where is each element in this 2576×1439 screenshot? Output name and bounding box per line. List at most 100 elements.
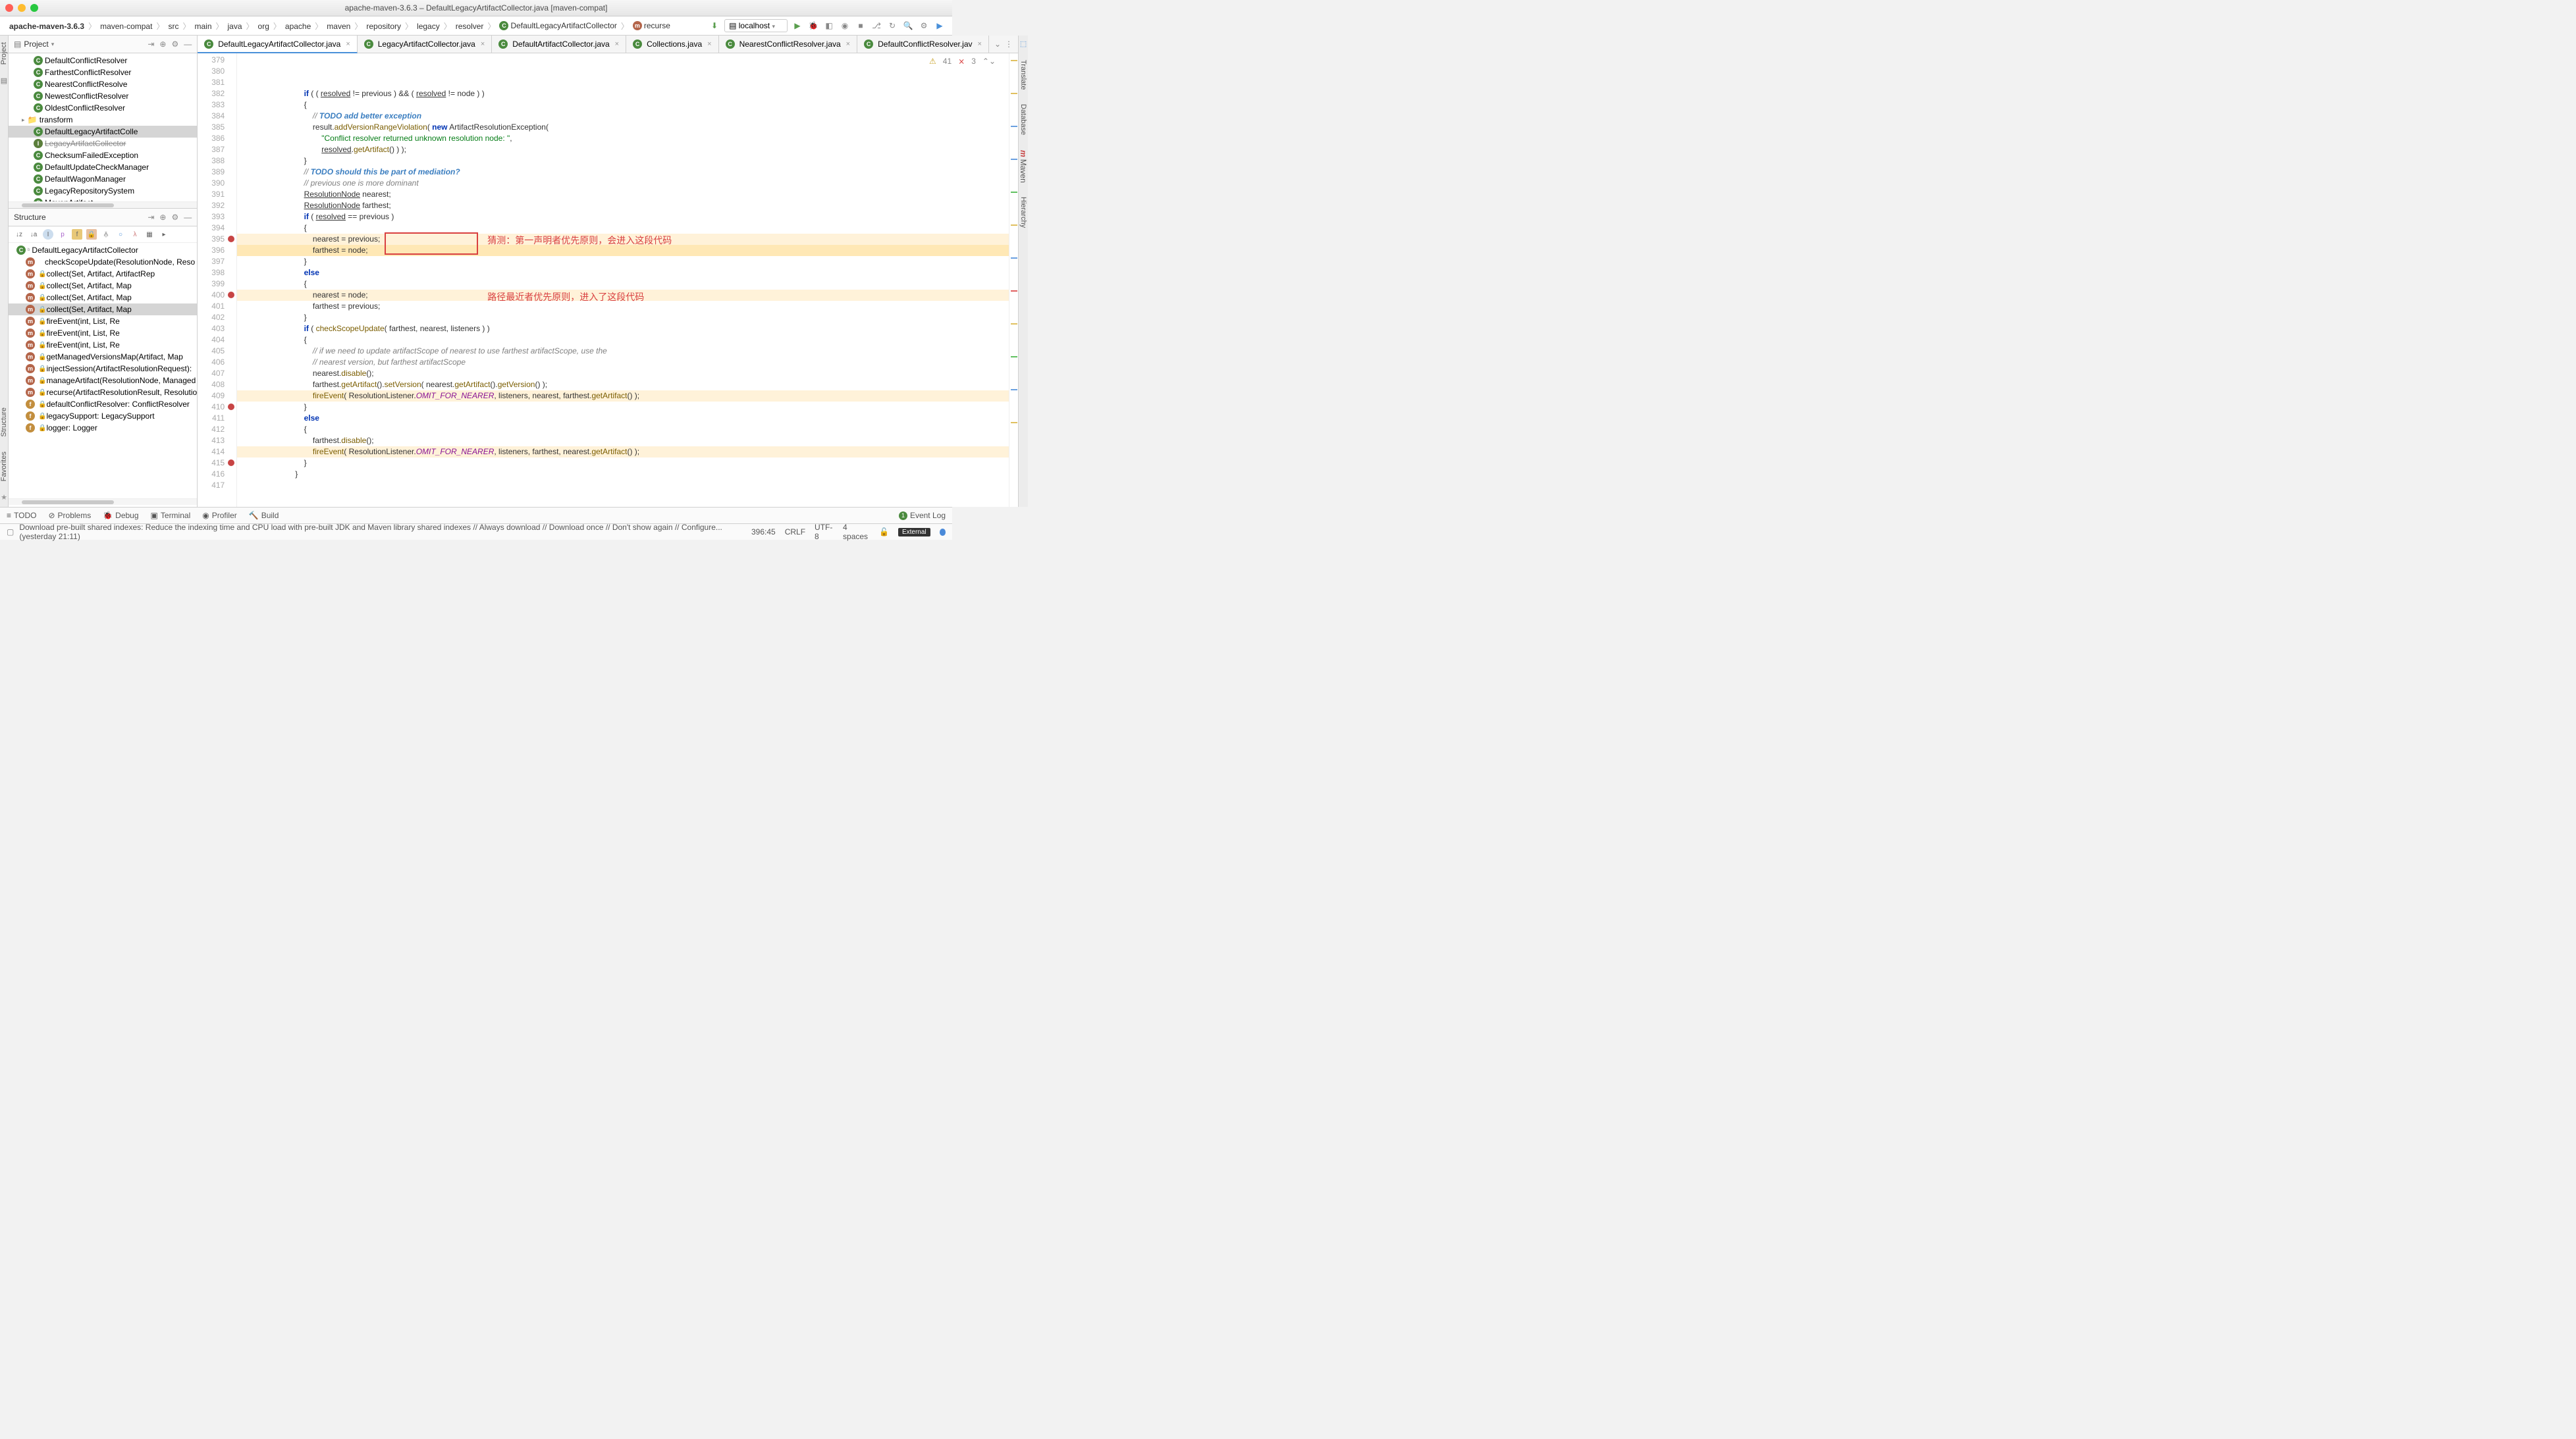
code-line[interactable]: // previous one is more dominant	[242, 178, 1009, 189]
gutter-line[interactable]: 403	[198, 323, 225, 334]
debug-button[interactable]: 🐞	[807, 20, 819, 32]
gutter-line[interactable]: 396	[198, 245, 225, 256]
structure-item[interactable]: m🔒 fireEvent(int, List, Re	[9, 339, 197, 351]
structure-item[interactable]: m🔒 getManagedVersionsMap(Artifact, Map	[9, 351, 197, 363]
profile-button[interactable]: ◉	[839, 20, 851, 32]
gutter-line[interactable]: 413	[198, 435, 225, 446]
expand-icon[interactable]: ⊕	[159, 39, 166, 49]
gutter-line[interactable]: 415	[198, 458, 225, 469]
code-content[interactable]: ⚠41 ⨯3 ⌃⌄ if ( ( resolved != previous ) …	[237, 53, 1009, 507]
structure-item[interactable]: m🔒 collect(Set, Artifact, Map	[9, 292, 197, 303]
status-icon[interactable]: ▢	[7, 527, 14, 536]
project-scrollbar[interactable]	[9, 201, 197, 208]
code-line[interactable]: else	[242, 267, 1009, 278]
marker[interactable]	[1011, 323, 1017, 325]
code-line[interactable]: if ( ( resolved != previous ) && ( resol…	[242, 88, 1009, 99]
close-tab-icon[interactable]: ×	[346, 40, 350, 48]
sort2-icon[interactable]: ↓a	[28, 229, 39, 240]
breadcrumb-item[interactable]: apache-maven-3.6.3	[7, 22, 87, 31]
code-line[interactable]: fireEvent( ResolutionListener.OMIT_FOR_N…	[237, 390, 1009, 402]
bottom-tool-todo[interactable]: ≡ TODO	[7, 511, 36, 520]
structure-item[interactable]: m checkScopeUpdate(ResolutionNode, Reso	[9, 256, 197, 268]
caret-position[interactable]: 396:45	[751, 527, 776, 536]
filter-f-icon[interactable]: f	[72, 229, 82, 240]
hide-icon[interactable]: —	[184, 39, 192, 49]
lock-icon[interactable]: 🔒	[86, 229, 97, 240]
structure-item[interactable]: f🔒 defaultConflictResolver: ConflictReso…	[9, 398, 197, 410]
breadcrumb-method[interactable]: mrecurse	[630, 21, 673, 31]
code-line[interactable]: {	[242, 99, 1009, 111]
gutter-line[interactable]: 393	[198, 211, 225, 222]
collapse-icon[interactable]: ⇥	[148, 213, 154, 222]
close-tab-icon[interactable]: ×	[481, 40, 485, 48]
run-anything-button[interactable]: ▶	[934, 20, 946, 32]
breadcrumb-class[interactable]: CDefaultLegacyArtifactCollector	[496, 21, 619, 31]
structure-item[interactable]: f🔒 logger: Logger	[9, 422, 197, 434]
breadcrumb-item[interactable]: java	[225, 22, 245, 31]
settings-icon[interactable]: ⚙	[171, 213, 178, 222]
gutter-line[interactable]: 406	[198, 357, 225, 368]
code-line[interactable]: }	[242, 256, 1009, 267]
code-line[interactable]: ResolutionNode nearest;	[242, 189, 1009, 200]
gutter-line[interactable]: 410	[198, 402, 225, 413]
gutter-line[interactable]: 385	[198, 122, 225, 133]
tree-item[interactable]: CLegacyRepositorySystem	[9, 185, 197, 197]
event-log-button[interactable]: 1 Event Log	[899, 511, 946, 520]
gutter-line[interactable]: 383	[198, 99, 225, 111]
gutter-line[interactable]: 386	[198, 133, 225, 144]
filter-p-icon[interactable]: p	[57, 229, 68, 240]
left-tab-structure[interactable]: Structure	[0, 405, 8, 440]
build-button[interactable]: ⬇︎	[709, 20, 720, 32]
close-tab-icon[interactable]: ×	[707, 40, 711, 48]
assist-icon[interactable]: ⬚	[1020, 39, 1027, 48]
circle-icon[interactable]: ○	[115, 229, 126, 240]
gutter-line[interactable]: 399	[198, 278, 225, 290]
coverage-button[interactable]: ◧	[823, 20, 835, 32]
code-line[interactable]: ResolutionNode farthest;	[242, 200, 1009, 211]
gutter-line[interactable]: 395	[198, 234, 225, 245]
breadcrumb-item[interactable]: maven-compat	[97, 22, 155, 31]
collapse-icon[interactable]: ⇥	[148, 39, 154, 49]
code-line[interactable]: // TODO add better exception	[242, 111, 1009, 122]
structure-item[interactable]: m🔒 manageArtifact(ResolutionNode, Manage…	[9, 375, 197, 386]
bottom-tool-profiler[interactable]: ◉ Profiler	[202, 511, 237, 520]
update-button[interactable]: ↻	[886, 20, 898, 32]
group-icon[interactable]: ▦	[144, 229, 155, 240]
tree-item[interactable]: CChecksumFailedException	[9, 149, 197, 161]
right-tab-database[interactable]: Database	[1019, 101, 1027, 138]
inspections-widget[interactable]: ⚠41 ⨯3 ⌃⌄	[929, 56, 996, 67]
close-tab-icon[interactable]: ×	[615, 40, 619, 48]
marker[interactable]	[1011, 224, 1017, 226]
code-line[interactable]: resolved.getArtifact() ) );	[242, 144, 1009, 155]
breadcrumb-item[interactable]: apache	[282, 22, 313, 31]
code-line[interactable]: fireEvent( ResolutionListener.OMIT_FOR_N…	[237, 446, 1009, 458]
tree-item[interactable]: CDefaultWagonManager	[9, 173, 197, 185]
code-line[interactable]: if ( resolved == previous )	[242, 211, 1009, 222]
gutter-line[interactable]: 412	[198, 424, 225, 435]
code-line[interactable]: }	[242, 458, 1009, 469]
tree-folder[interactable]: 📁 transform	[9, 114, 197, 126]
structure-item[interactable]: m🔒 collect(Set, Artifact, Map	[9, 303, 197, 315]
gutter-line[interactable]: 387	[198, 144, 225, 155]
marker[interactable]	[1011, 356, 1017, 357]
marker[interactable]	[1011, 422, 1017, 423]
indent-setting[interactable]: 4 spaces	[843, 523, 870, 541]
editor-tab[interactable]: CCollections.java×	[626, 36, 718, 53]
tabs-more-icon[interactable]: ⋮	[1005, 39, 1013, 49]
gutter-line[interactable]: 392	[198, 200, 225, 211]
tree-item[interactable]: CNewestConflictResolver	[9, 90, 197, 102]
breakpoint-icon[interactable]	[228, 236, 234, 242]
code-line[interactable]: }	[242, 469, 1009, 480]
tree-item[interactable]: CNearestConflictResolve	[9, 78, 197, 90]
code-line[interactable]: {	[242, 424, 1009, 435]
breakpoint-icon[interactable]	[228, 459, 234, 466]
gutter-line[interactable]: 409	[198, 390, 225, 402]
status-indicator[interactable]	[940, 529, 946, 536]
gutter[interactable]: 3793803813823833843853863873883893903913…	[198, 53, 237, 507]
tree-item[interactable]: COldestConflictResolver	[9, 102, 197, 114]
tree-item[interactable]: CFarthestConflictResolver	[9, 66, 197, 78]
marker[interactable]	[1011, 60, 1017, 61]
settings-icon[interactable]: ⚙	[171, 39, 178, 49]
gutter-line[interactable]: 405	[198, 346, 225, 357]
gutter-line[interactable]: 414	[198, 446, 225, 458]
